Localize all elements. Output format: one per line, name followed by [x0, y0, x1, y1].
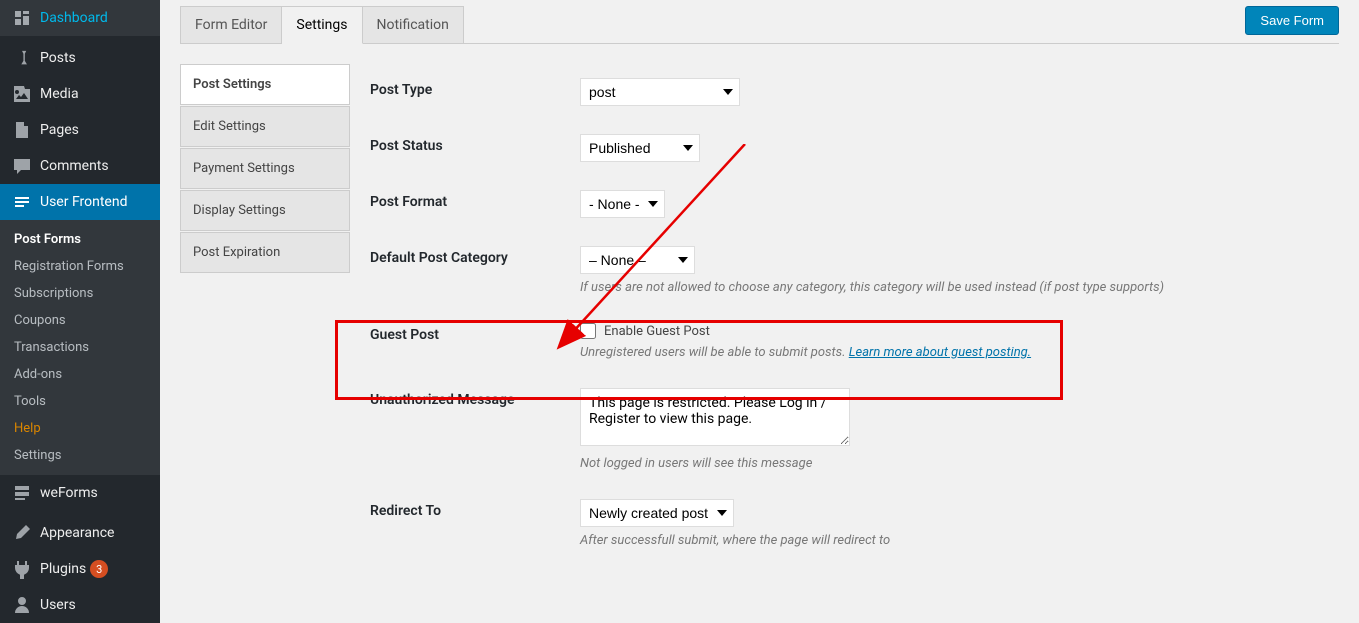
- menu-label: Comments: [40, 158, 109, 174]
- help-default-category: If users are not allowed to choose any c…: [580, 280, 1319, 295]
- settings-tab-post-settings[interactable]: Post Settings: [180, 64, 350, 105]
- menu-appearance[interactable]: Appearance: [0, 515, 160, 551]
- menu-label: Media: [40, 86, 79, 102]
- textarea-unauthorized-message[interactable]: This page is restricted. Please Log in /…: [580, 388, 850, 446]
- menu-label: Plugins: [40, 561, 86, 577]
- help-unauthorized-message: Not logged in users will see this messag…: [580, 456, 1319, 471]
- settings-form: Post Type post Post Status Published Pos…: [350, 64, 1339, 623]
- settings-tab-post-expiration[interactable]: Post Expiration: [180, 232, 350, 273]
- comment-icon: [12, 156, 32, 176]
- menu-comments[interactable]: Comments: [0, 148, 160, 184]
- label-guest-post: Guest Post: [370, 323, 580, 343]
- checkbox-label-guest-post: Enable Guest Post: [604, 324, 710, 339]
- settings-tab-edit-settings[interactable]: Edit Settings: [180, 106, 350, 147]
- frontend-icon: [12, 192, 32, 212]
- label-redirect-to: Redirect To: [370, 499, 580, 519]
- select-default-category[interactable]: – None –: [580, 246, 695, 274]
- settings-sidebar: Post Settings Edit Settings Payment Sett…: [180, 64, 350, 623]
- submenu-user-frontend: Post Forms Registration Forms Subscripti…: [0, 220, 160, 475]
- media-icon: [12, 84, 32, 104]
- submenu-post-forms[interactable]: Post Forms: [0, 226, 160, 253]
- menu-label: weForms: [40, 485, 98, 501]
- menu-pages[interactable]: Pages: [0, 112, 160, 148]
- menu-label: Users: [40, 597, 76, 613]
- submenu-subscriptions[interactable]: Subscriptions: [0, 280, 160, 307]
- select-redirect-to[interactable]: Newly created post: [580, 499, 734, 527]
- admin-sidebar: Dashboard Posts Media Pages Comments Use…: [0, 0, 160, 623]
- page-icon: [12, 120, 32, 140]
- help-redirect-to: After successfull submit, where the page…: [580, 533, 1319, 548]
- tab-form-editor[interactable]: Form Editor: [180, 6, 282, 44]
- link-learn-more-guest-posting[interactable]: Learn more about guest posting.: [849, 345, 1031, 360]
- menu-posts[interactable]: Posts: [0, 40, 160, 76]
- submenu-settings[interactable]: Settings: [0, 442, 160, 469]
- menu-weforms[interactable]: weForms: [0, 475, 160, 511]
- submenu-tools[interactable]: Tools: [0, 388, 160, 415]
- submenu-registration-forms[interactable]: Registration Forms: [0, 253, 160, 280]
- submenu-coupons[interactable]: Coupons: [0, 307, 160, 334]
- select-post-format[interactable]: - None -: [580, 190, 665, 218]
- tab-settings[interactable]: Settings: [282, 6, 362, 44]
- help-guest-post: Unregistered users will be able to submi…: [580, 345, 1319, 360]
- plugin-count-badge: 3: [90, 560, 108, 578]
- user-icon: [12, 595, 32, 615]
- checkbox-enable-guest-post[interactable]: [580, 323, 596, 339]
- plug-icon: [12, 559, 32, 579]
- menu-user-frontend[interactable]: User Frontend: [0, 184, 160, 220]
- label-post-status: Post Status: [370, 134, 580, 154]
- submenu-help[interactable]: Help: [0, 415, 160, 442]
- label-post-format: Post Format: [370, 190, 580, 210]
- menu-label: Appearance: [40, 525, 114, 541]
- save-form-button[interactable]: Save Form: [1245, 6, 1339, 35]
- menu-users[interactable]: Users: [0, 587, 160, 623]
- label-default-category: Default Post Category: [370, 246, 580, 266]
- forms-icon: [12, 483, 32, 503]
- label-unauthorized-message: Unauthorized Message: [370, 388, 580, 408]
- select-post-type[interactable]: post: [580, 78, 740, 106]
- menu-label: Dashboard: [40, 10, 108, 26]
- submenu-add-ons[interactable]: Add-ons: [0, 361, 160, 388]
- brush-icon: [12, 523, 32, 543]
- menu-label: Posts: [40, 50, 76, 66]
- menu-label: Pages: [40, 122, 79, 138]
- label-post-type: Post Type: [370, 78, 580, 98]
- main-content: Form Editor Settings Notification Save F…: [160, 0, 1359, 623]
- form-tabs: Form Editor Settings Notification: [180, 6, 464, 44]
- settings-tab-payment-settings[interactable]: Payment Settings: [180, 148, 350, 189]
- settings-tab-display-settings[interactable]: Display Settings: [180, 190, 350, 231]
- menu-label: User Frontend: [40, 194, 127, 210]
- dashboard-icon: [12, 8, 32, 28]
- tab-notification[interactable]: Notification: [363, 6, 464, 44]
- submenu-transactions[interactable]: Transactions: [0, 334, 160, 361]
- menu-plugins[interactable]: Plugins 3: [0, 551, 160, 587]
- menu-dashboard[interactable]: Dashboard: [0, 0, 160, 36]
- select-post-status[interactable]: Published: [580, 134, 700, 162]
- pin-icon: [12, 48, 32, 68]
- menu-media[interactable]: Media: [0, 76, 160, 112]
